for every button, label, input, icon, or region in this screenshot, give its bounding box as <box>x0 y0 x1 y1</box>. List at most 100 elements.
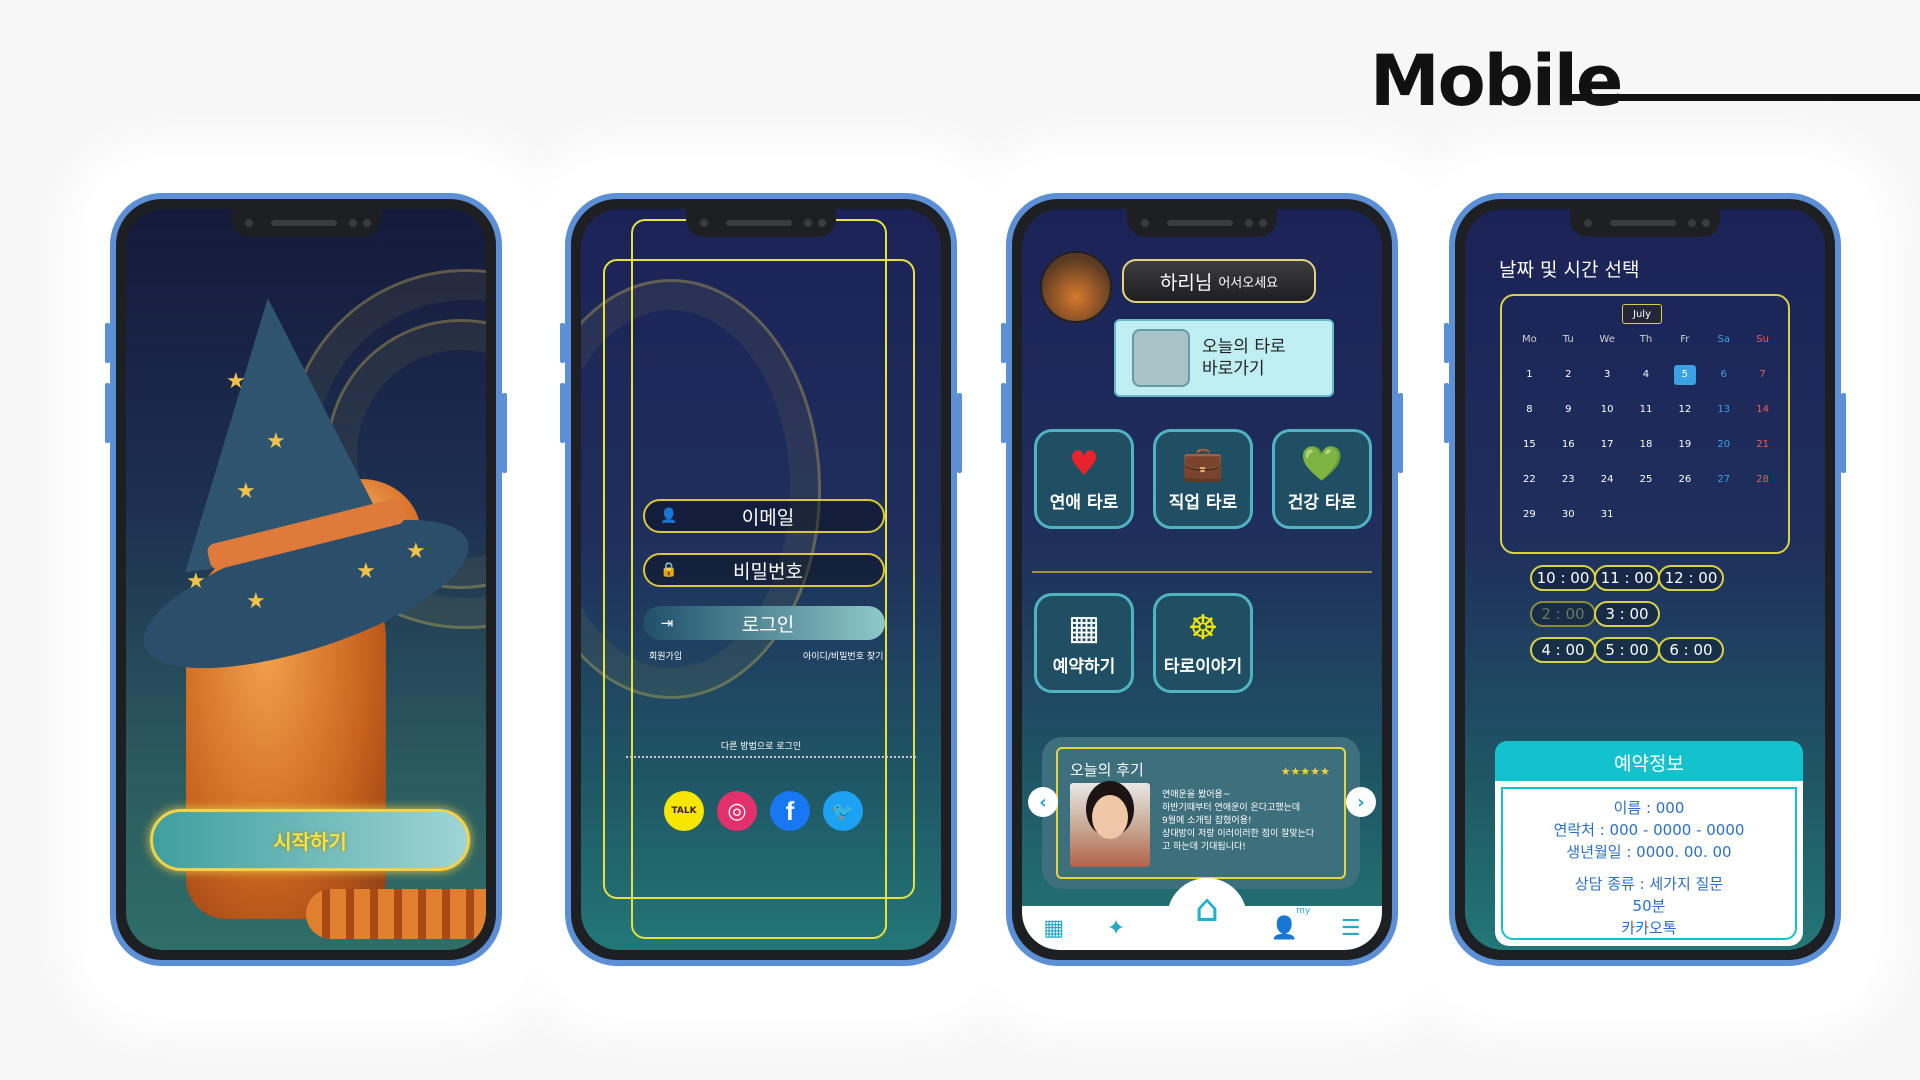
tile-label: 연애 타로 <box>1049 492 1119 513</box>
time-slot-button[interactable]: 11 : 00 <box>1594 565 1660 591</box>
tarot-story-button[interactable]: ☸ 타로이야기 <box>1153 593 1253 693</box>
time-slot-button[interactable]: 5 : 00 <box>1594 637 1660 663</box>
signup-link[interactable]: 회원가입 <box>649 649 682 662</box>
calendar-day[interactable]: 14 <box>1743 400 1782 420</box>
instagram-icon[interactable]: ◎ <box>717 791 757 831</box>
phone-login: 👤 이메일 🔒 비밀번호 ⇥ 로그인 회원가입 아이디/비밀번호 찾기 다른 방… <box>560 193 962 966</box>
calendar-day[interactable]: 5 <box>1665 365 1704 385</box>
start-button[interactable]: 시작하기 <box>150 809 470 871</box>
password-field[interactable]: 🔒 비밀번호 <box>643 553 885 587</box>
calendar-day[interactable]: 2 <box>1549 365 1588 385</box>
briefcase-icon: 💼 <box>1181 443 1225 484</box>
prev-arrow-icon[interactable]: ‹ <box>1028 787 1058 817</box>
calendar-day[interactable]: 10 <box>1588 400 1627 420</box>
side-button <box>502 393 507 473</box>
notch <box>231 209 381 237</box>
weekday-label: Sa <box>1717 334 1730 345</box>
job-tarot-button[interactable]: 💼 직업 타로 <box>1153 429 1253 529</box>
divider <box>626 756 916 758</box>
next-arrow-icon[interactable]: › <box>1346 787 1376 817</box>
calendar-day[interactable]: 21 <box>1743 435 1782 455</box>
calendar-day[interactable]: 26 <box>1665 470 1704 490</box>
time-slot-button[interactable]: 4 : 00 <box>1530 637 1596 663</box>
find-account-link[interactable]: 아이디/비밀번호 찾기 <box>803 649 883 662</box>
calendar-day[interactable]: 17 <box>1588 435 1627 455</box>
tile-label: 직업 타로 <box>1168 492 1238 513</box>
side-button <box>957 393 962 473</box>
calendar-day[interactable]: 31 <box>1588 505 1627 525</box>
review-text: 연애운을 봤어용~ 하반기때부터 연애운이 온다고했는데 9월에 소개팅 잡혔어… <box>1162 790 1315 852</box>
time-slot-button[interactable]: 12 : 00 <box>1658 565 1724 591</box>
phone-booking: 날짜 및 시간 선택 July Mo Tu We Th Fr Sa Su 1 2 3 4 5 6 7 8 9 1… <box>1444 193 1846 966</box>
time-slot-button[interactable]: 6 : 00 <box>1658 637 1724 663</box>
reservation-button[interactable]: ▦ 예약하기 <box>1034 593 1134 693</box>
reservation-info: 이름 : 000 연락처 : 000 - 0000 - 0000 생년월일 : … <box>1495 781 1803 946</box>
month-selector[interactable]: July <box>1622 304 1662 324</box>
info-birth: 생년월일 : 0000. 00. 00 <box>1566 843 1732 861</box>
calendar-day[interactable]: 28 <box>1743 470 1782 490</box>
side-button <box>1001 383 1006 443</box>
twitter-icon[interactable]: 🐦 <box>823 791 863 831</box>
calendar-day[interactable]: 13 <box>1704 400 1743 420</box>
weekday-label: Th <box>1639 334 1653 345</box>
calendar-day[interactable]: 19 <box>1665 435 1704 455</box>
login-label: 로그인 <box>741 613 795 636</box>
instagram-glyph: ◎ <box>727 798 747 824</box>
calendar-day[interactable]: 25 <box>1627 470 1666 490</box>
facebook-icon[interactable]: f <box>770 791 810 831</box>
info-channel: 카카오톡 <box>1621 919 1677 937</box>
calendar-day[interactable]: 30 <box>1549 505 1588 525</box>
phone-splash: ★ ★ ★ ★ ★ ★ ★ 시작하기 <box>105 193 507 966</box>
calendar-day[interactable]: 1 <box>1510 365 1549 385</box>
phone-frame: 날짜 및 시간 선택 July Mo Tu We Th Fr Sa Su 1 2 3 4 5 6 7 8 9 1… <box>1455 199 1835 960</box>
avatar[interactable] <box>1040 251 1112 323</box>
calendar-day[interactable]: 22 <box>1510 470 1549 490</box>
calendar-day[interactable]: 12 <box>1665 400 1704 420</box>
star-icon: ★ <box>266 429 286 454</box>
calendar-icon[interactable]: ▦ <box>1043 916 1064 941</box>
my-icon[interactable]: 👤 my <box>1271 906 1310 941</box>
calendar-day[interactable]: 11 <box>1627 400 1666 420</box>
calendar-day[interactable]: 8 <box>1510 400 1549 420</box>
calendar-day[interactable]: 16 <box>1549 435 1588 455</box>
weekday-label: Tu <box>1562 334 1574 345</box>
love-tarot-button[interactable]: ♥ 연애 타로 <box>1034 429 1134 529</box>
weekday-label: We <box>1599 334 1615 345</box>
notch <box>1570 209 1720 237</box>
calendar-day[interactable]: 3 <box>1588 365 1627 385</box>
review-title: 오늘의 후기 <box>1070 761 1144 779</box>
kakao-icon[interactable]: TALK <box>664 791 704 831</box>
time-slot-button[interactable]: 3 : 00 <box>1594 601 1660 627</box>
weekday-label: Fr <box>1680 334 1690 345</box>
tarot-icon[interactable]: ✦ <box>1107 916 1125 941</box>
side-button <box>560 383 565 443</box>
health-tarot-button[interactable]: 💚 건강 타로 <box>1272 429 1372 529</box>
today-tarot-card[interactable]: 오늘의 타로 바로가기 <box>1114 319 1334 397</box>
calendar-day[interactable]: 29 <box>1510 505 1549 525</box>
calendar-day[interactable]: 9 <box>1549 400 1588 420</box>
notch <box>1127 209 1277 237</box>
calendar-day[interactable]: 6 <box>1704 365 1743 385</box>
calendar-day[interactable]: 20 <box>1704 435 1743 455</box>
time-slot-button[interactable]: 10 : 00 <box>1530 565 1596 591</box>
side-button <box>1001 323 1006 363</box>
info-type: 상담 종류 : 세가지 질문 <box>1574 875 1724 893</box>
info-name: 이름 : 000 <box>1613 799 1685 817</box>
calendar-day[interactable]: 4 <box>1627 365 1666 385</box>
review-frame: 오늘의 후기 ★★★★★ 연애운을 봤어용~ 하반기때부터 연애운이 온다고했는… <box>1056 747 1346 879</box>
email-field[interactable]: 👤 이메일 <box>643 499 885 533</box>
calendar-day[interactable]: 23 <box>1549 470 1588 490</box>
reviewer-photo <box>1070 783 1150 867</box>
menu-icon[interactable]: ☰ <box>1341 916 1361 941</box>
kakao-label: TALK <box>671 806 697 816</box>
cat-tail <box>306 889 486 939</box>
login-button[interactable]: ⇥ 로그인 <box>643 606 885 640</box>
calendar-day[interactable]: 15 <box>1510 435 1549 455</box>
divider <box>1032 571 1372 573</box>
login-icon: ⇥ <box>660 614 674 632</box>
calendar-day[interactable]: 24 <box>1588 470 1627 490</box>
calendar-day[interactable]: 18 <box>1627 435 1666 455</box>
calendar-day[interactable]: 27 <box>1704 470 1743 490</box>
calendar-day[interactable]: 7 <box>1743 365 1782 385</box>
